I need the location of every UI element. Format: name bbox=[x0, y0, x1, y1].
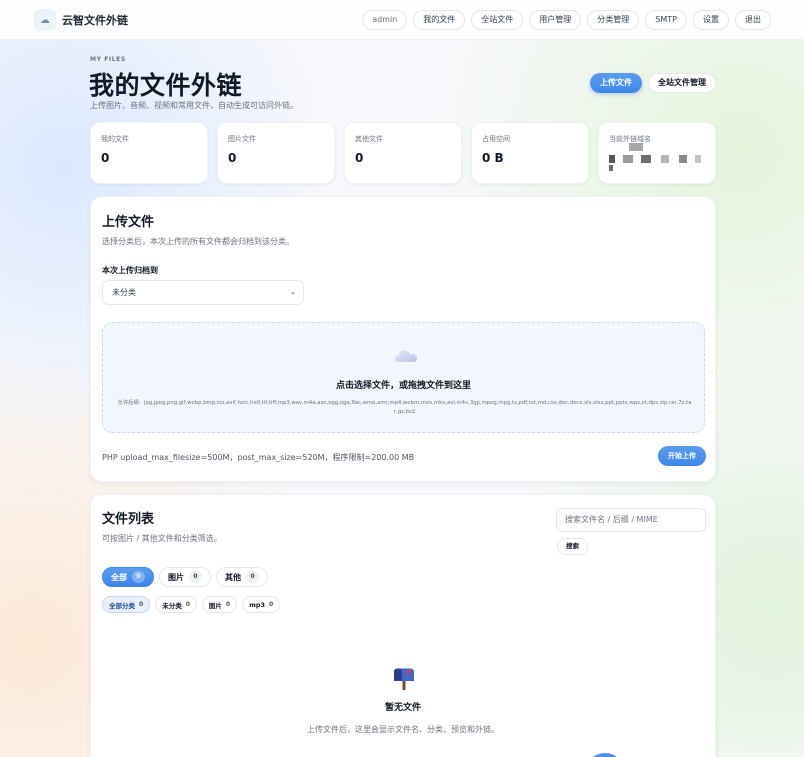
tab-count: 0 bbox=[246, 571, 259, 583]
stat-label: 占用空间 bbox=[482, 135, 510, 143]
page-subtitle: 上传图片、音频、视频和常用文件，自动生成可访问外链。 bbox=[90, 101, 298, 110]
upload-category-select[interactable]: 未分类 ⌄ bbox=[102, 280, 304, 305]
stat-label: 图片文件 bbox=[228, 135, 256, 143]
category-field-label: 本次上传归档到 bbox=[102, 266, 158, 275]
category-mp3[interactable]: mp3 0 bbox=[242, 596, 281, 613]
category-filter-tabs: 全部分类 0 未分类 0 图片 0 mp3 0 bbox=[102, 596, 281, 613]
nav-user-management[interactable]: 用户管理 bbox=[529, 10, 582, 30]
stat-card-storage-used: 占用空间 0 B bbox=[471, 122, 589, 184]
category-all[interactable]: 全部分类 0 bbox=[102, 596, 151, 613]
brand-name: 云智文件外链 bbox=[62, 14, 128, 27]
nav-menu: admin 我的文件 全站文件 用户管理 分类管理 SMTP 设置 退出 bbox=[362, 10, 771, 30]
page-eyebrow: MY FILES bbox=[90, 56, 126, 63]
nav-site-files[interactable]: 全站文件 bbox=[471, 10, 524, 30]
search-placeholder: 搜索文件名 / 后缀 / MIME bbox=[565, 515, 658, 524]
cloud-logo-icon: ☁ bbox=[34, 9, 56, 31]
brand[interactable]: ☁ 云智文件外链 bbox=[34, 9, 128, 31]
stat-label: 其他文件 bbox=[355, 135, 383, 143]
empty-state-description: 上传文件后，这里会显示文件名、分类、预览和外链。 bbox=[307, 725, 499, 734]
search-input[interactable]: 搜索文件名 / 后缀 / MIME bbox=[556, 508, 706, 532]
upload-description: 选择分类后，本次上传的所有文件都会归档到该分类。 bbox=[102, 237, 294, 246]
upload-file-button[interactable]: 上传文件 bbox=[590, 73, 642, 93]
tab-label: 全部 bbox=[111, 572, 127, 582]
page-title: 我的文件外链 bbox=[89, 71, 243, 100]
top-navigation-bar: ☁ 云智文件外链 admin 我的文件 全站文件 用户管理 分类管理 SMTP … bbox=[0, 0, 804, 40]
search-button[interactable]: 搜索 bbox=[557, 538, 588, 555]
file-dropzone[interactable]: 点击选择文件，或拖拽文件到这里 允许后缀：jpg,jpeg,png,gif,we… bbox=[102, 322, 705, 433]
category-label: 未分类 bbox=[162, 601, 182, 610]
allowed-formats: 允许后缀：jpg,jpeg,png,gif,webp,bmp,ico,avif,… bbox=[117, 400, 692, 415]
redacted-domain-value bbox=[609, 143, 707, 171]
category-count: 0 bbox=[269, 601, 274, 608]
tab-count: 0 bbox=[132, 571, 145, 583]
type-filter-tabs: 全部 0 图片 0 其他 0 bbox=[102, 567, 268, 587]
empty-state-title: 暂无文件 bbox=[384, 703, 421, 713]
site-files-management-button[interactable]: 全站文件管理 bbox=[648, 73, 716, 93]
nav-my-files[interactable]: 我的文件 bbox=[413, 10, 466, 30]
stat-label: 我的文件 bbox=[101, 135, 129, 143]
dropzone-title: 点击选择文件，或拖拽文件到这里 bbox=[335, 381, 471, 391]
tab-label: 图片 bbox=[168, 572, 184, 582]
select-value: 未分类 bbox=[112, 288, 136, 297]
category-label: mp3 bbox=[249, 600, 266, 609]
stat-card-image-files: 图片文件 0 bbox=[217, 122, 335, 184]
category-images[interactable]: 图片 0 bbox=[201, 596, 238, 613]
file-list-description: 可按图片 / 其他文件和分类筛选。 bbox=[102, 534, 222, 543]
category-uncategorized[interactable]: 未分类 0 bbox=[155, 596, 197, 613]
cloud-icon bbox=[395, 350, 417, 362]
tab-count: 0 bbox=[189, 571, 202, 583]
chevron-down-icon: ⌄ bbox=[290, 288, 296, 296]
file-list-card: 文件列表 可按图片 / 其他文件和分类筛选。 搜索文件名 / 后缀 / MIME… bbox=[90, 494, 716, 757]
tab-other[interactable]: 其他 0 bbox=[216, 567, 268, 587]
stat-value: 0 bbox=[101, 151, 110, 165]
tab-images[interactable]: 图片 0 bbox=[159, 567, 211, 587]
category-label: 图片 bbox=[208, 601, 222, 610]
upload-title: 上传文件 bbox=[102, 215, 155, 230]
nav-user-admin[interactable]: admin bbox=[362, 10, 408, 30]
upload-limits: PHP upload_max_filesize=500M，post_max_si… bbox=[102, 453, 415, 462]
stat-card-link-domain: 当前外链域名 bbox=[598, 122, 716, 184]
floating-action-button[interactable] bbox=[585, 753, 625, 757]
category-count: 0 bbox=[185, 601, 190, 608]
nav-smtp[interactable]: SMTP bbox=[645, 10, 687, 30]
file-list-title: 文件列表 bbox=[102, 512, 155, 527]
nav-category-management[interactable]: 分类管理 bbox=[587, 10, 640, 30]
nav-logout[interactable]: 退出 bbox=[735, 10, 771, 30]
tab-all[interactable]: 全部 0 bbox=[102, 567, 154, 587]
stat-card-other-files: 其他文件 0 bbox=[344, 122, 462, 184]
stat-value: 0 B bbox=[482, 151, 504, 165]
category-count: 0 bbox=[225, 601, 231, 608]
mailbox-icon bbox=[394, 668, 414, 690]
start-upload-button[interactable]: 开始上传 bbox=[658, 446, 706, 466]
stat-card-my-files: 我的文件 0 bbox=[90, 122, 208, 184]
tab-label: 其他 bbox=[225, 572, 241, 582]
stat-value: 0 bbox=[228, 151, 237, 165]
category-count: 0 bbox=[139, 601, 144, 608]
nav-settings[interactable]: 设置 bbox=[693, 10, 729, 30]
stat-value: 0 bbox=[355, 151, 364, 165]
category-label: 全部分类 bbox=[109, 601, 135, 610]
upload-card: 上传文件 选择分类后，本次上传的所有文件都会归档到该分类。 本次上传归档到 未分… bbox=[90, 196, 716, 482]
